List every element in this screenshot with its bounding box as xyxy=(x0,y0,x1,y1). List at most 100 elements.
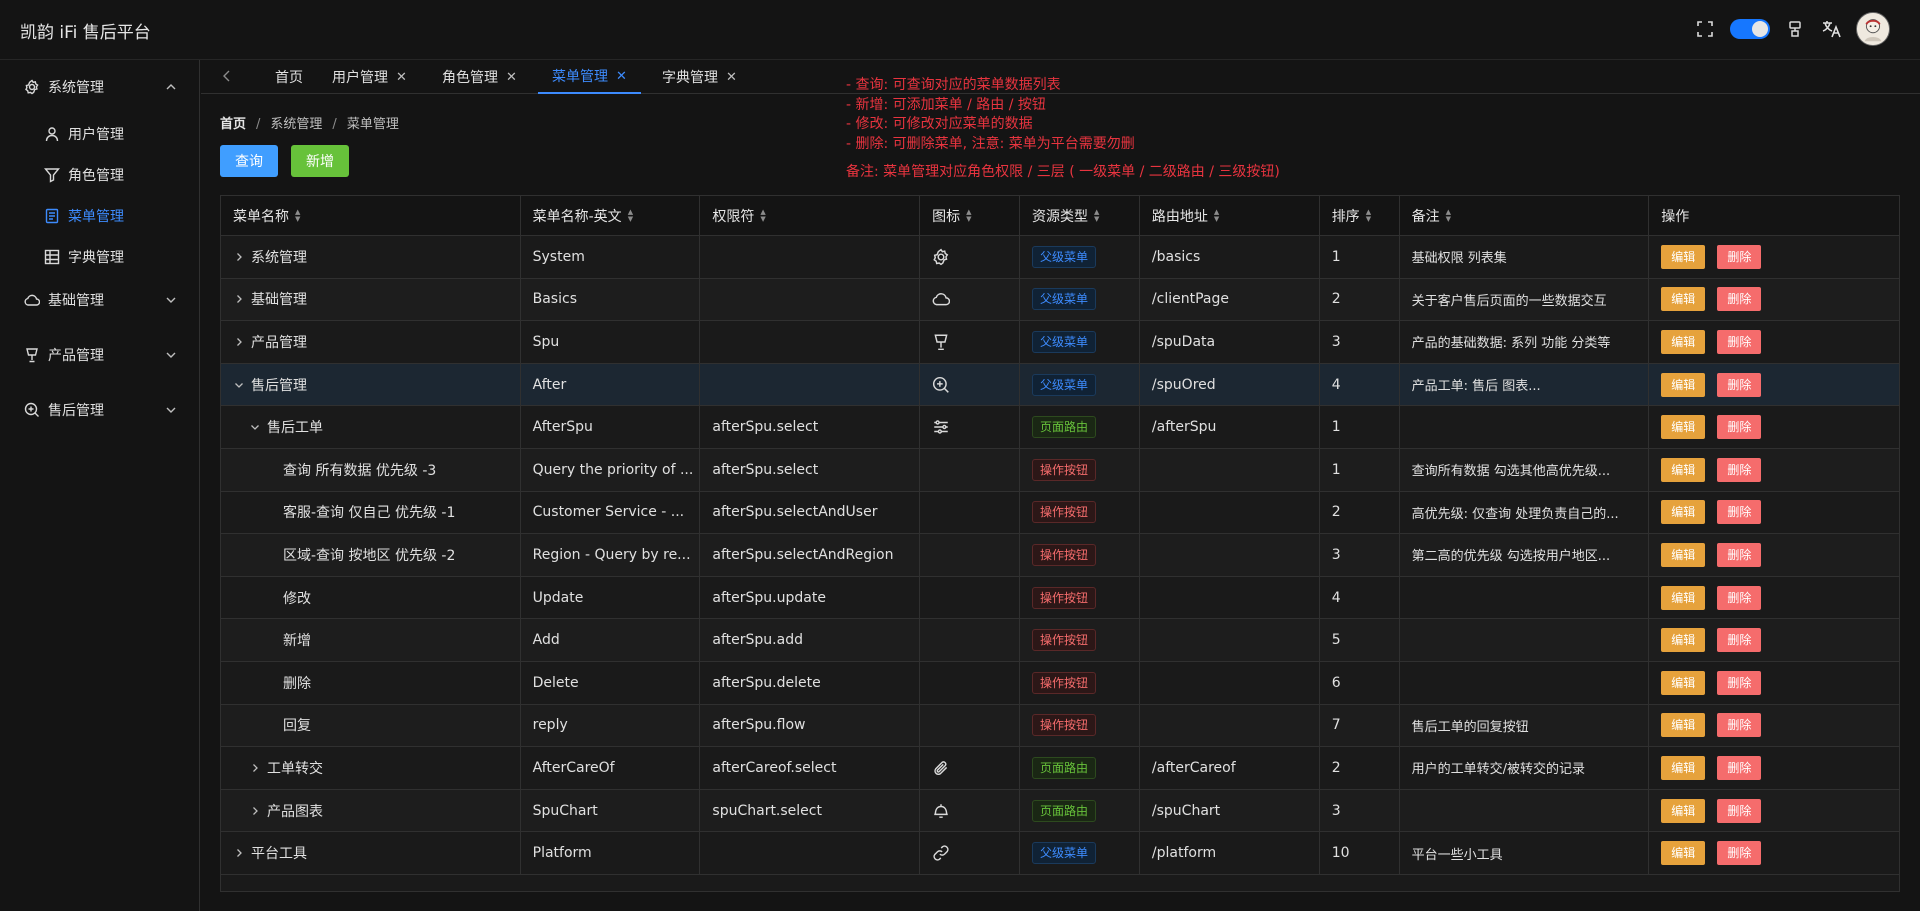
chevron-right-icon[interactable] xyxy=(249,761,263,775)
permission-cell-text: afterSpu.select xyxy=(712,419,819,436)
delete-button[interactable]: 删除 xyxy=(1717,287,1762,312)
close-icon[interactable]: ✕ xyxy=(726,70,737,85)
tab-home[interactable]: 首页 xyxy=(261,60,317,94)
remark-cell-text: 产品工单: 售后 图表... xyxy=(1411,379,1541,395)
gear-icon xyxy=(932,248,950,266)
column-header[interactable]: 菜单名称-英文 ▲ ▼ xyxy=(521,196,701,235)
chevron-right-icon[interactable] xyxy=(233,250,247,264)
icon-cell xyxy=(920,576,1021,619)
delete-button[interactable]: 删除 xyxy=(1717,415,1762,440)
palette-icon[interactable] xyxy=(1784,18,1806,40)
column-header[interactable]: 权限符 ▲ ▼ xyxy=(700,196,921,235)
sort-icon[interactable]: ▲ ▼ xyxy=(1094,208,1099,223)
chevron-right-icon[interactable] xyxy=(233,292,247,306)
close-icon[interactable]: ✕ xyxy=(506,70,517,85)
sort-icon[interactable]: ▲ ▼ xyxy=(295,208,300,223)
delete-button[interactable]: 删除 xyxy=(1717,628,1762,653)
delete-button[interactable]: 删除 xyxy=(1717,713,1762,738)
edit-button[interactable]: 编辑 xyxy=(1661,841,1706,866)
chevron-down-icon[interactable] xyxy=(233,378,247,392)
breadcrumb-item[interactable]: 首页 xyxy=(220,117,246,132)
order-cell: 4 xyxy=(1320,363,1400,406)
edit-button[interactable]: 编辑 xyxy=(1661,415,1706,440)
close-icon[interactable]: ✕ xyxy=(396,70,407,85)
chevron-right-icon[interactable] xyxy=(233,846,247,860)
column-header-label: 菜单名称 xyxy=(233,208,289,225)
sort-icon[interactable]: ▲ ▼ xyxy=(1214,208,1219,223)
route-cell: /clientPage xyxy=(1140,278,1320,321)
delete-button[interactable]: 删除 xyxy=(1717,329,1762,354)
delete-button[interactable]: 删除 xyxy=(1717,670,1762,695)
menu-name: 基础管理 xyxy=(251,292,307,309)
edit-button[interactable]: 编辑 xyxy=(1661,500,1706,525)
menu-name-en-cell: reply xyxy=(521,704,701,747)
order-cell: 6 xyxy=(1320,661,1400,704)
column-header[interactable]: 排序 ▲ ▼ xyxy=(1320,196,1400,235)
column-header[interactable]: 路由地址 ▲ ▼ xyxy=(1140,196,1320,235)
remark-cell-text: 产品的基础数据: 系列 功能 分类等 xyxy=(1411,336,1611,352)
chevron-left-icon[interactable] xyxy=(219,68,235,84)
table-row: 客服-查询 仅自己 优先级 -1 Customer Service - ... af… xyxy=(221,491,1899,535)
sidebar-item-users[interactable]: 用户管理 xyxy=(0,114,200,154)
edit-button[interactable]: 编辑 xyxy=(1661,670,1706,695)
delete-button[interactable]: 删除 xyxy=(1717,457,1762,482)
tab-dictionary[interactable]: 字典管理 ✕ xyxy=(648,60,751,94)
sort-icon[interactable]: ▲ ▼ xyxy=(1366,208,1371,223)
annotation-line: - 查询: 可查询对应的菜单数据列表 xyxy=(846,77,1061,93)
edit-button[interactable]: 编辑 xyxy=(1661,287,1706,312)
sort-icon[interactable]: ▲ ▼ xyxy=(1446,208,1451,223)
sidebar-group-basics[interactable]: 基础管理 xyxy=(0,280,200,320)
delete-button[interactable]: 删除 xyxy=(1717,244,1762,269)
sidebar-group-products[interactable]: 产品管理 xyxy=(0,335,200,375)
tab-roles[interactable]: 角色管理 ✕ xyxy=(428,60,531,94)
operations-cell: 编辑 删除 xyxy=(1649,236,1899,278)
chevron-down-icon xyxy=(166,297,176,303)
edit-button[interactable]: 编辑 xyxy=(1661,542,1706,567)
delete-button[interactable]: 删除 xyxy=(1717,841,1762,866)
chevron-down-icon[interactable] xyxy=(249,420,263,434)
edit-button[interactable]: 编辑 xyxy=(1661,798,1706,823)
sliders-icon xyxy=(932,418,950,436)
sidebar-group-system[interactable]: 系统管理 xyxy=(0,67,200,107)
column-header[interactable]: 菜单名称 ▲ ▼ xyxy=(221,196,521,235)
delete-button[interactable]: 删除 xyxy=(1717,585,1762,610)
tab-users[interactable]: 用户管理 ✕ xyxy=(318,60,421,94)
menu-name: 售后工单 xyxy=(267,420,323,437)
translate-icon[interactable] xyxy=(1820,18,1842,40)
delete-button[interactable]: 删除 xyxy=(1717,542,1762,567)
query-button[interactable]: 查询 xyxy=(220,145,278,177)
edit-button[interactable]: 编辑 xyxy=(1661,585,1706,610)
delete-button[interactable]: 删除 xyxy=(1717,372,1762,397)
fullscreen-icon[interactable] xyxy=(1694,18,1716,40)
close-icon[interactable]: ✕ xyxy=(616,69,627,84)
theme-toggle[interactable] xyxy=(1730,19,1770,39)
delete-button[interactable]: 删除 xyxy=(1717,500,1762,525)
menu-name-cell: 工单转交 xyxy=(221,747,521,789)
sort-icon[interactable]: ▲ ▼ xyxy=(760,208,765,223)
column-header[interactable]: 资源类型 ▲ ▼ xyxy=(1020,196,1140,235)
column-header[interactable]: 备注 ▲ ▼ xyxy=(1400,196,1650,235)
chevron-right-icon[interactable] xyxy=(233,335,247,349)
sort-icon[interactable]: ▲ ▼ xyxy=(628,208,633,223)
user-avatar[interactable] xyxy=(1856,12,1890,46)
column-header[interactable]: 图标 ▲ ▼ xyxy=(920,196,1021,235)
tab-menus[interactable]: 菜单管理 ✕ xyxy=(538,60,641,94)
add-button[interactable]: 新增 xyxy=(291,145,349,177)
sidebar-item-menus[interactable]: 菜单管理 xyxy=(0,196,200,236)
edit-button[interactable]: 编辑 xyxy=(1661,628,1706,653)
chevron-right-icon[interactable] xyxy=(249,804,263,818)
sidebar-group-label: 售后管理 xyxy=(48,403,104,419)
edit-button[interactable]: 编辑 xyxy=(1661,713,1706,738)
edit-button[interactable]: 编辑 xyxy=(1661,372,1706,397)
edit-button[interactable]: 编辑 xyxy=(1661,457,1706,482)
edit-button[interactable]: 编辑 xyxy=(1661,244,1706,269)
edit-button[interactable]: 编辑 xyxy=(1661,329,1706,354)
sidebar-item-dictionary[interactable]: 字典管理 xyxy=(0,237,200,277)
chevron-up-icon xyxy=(166,84,176,90)
sidebar-group-aftersales[interactable]: 售后管理 xyxy=(0,390,200,430)
delete-button[interactable]: 删除 xyxy=(1717,755,1762,780)
delete-button[interactable]: 删除 xyxy=(1717,798,1762,823)
edit-button[interactable]: 编辑 xyxy=(1661,755,1706,780)
sort-icon[interactable]: ▲ ▼ xyxy=(966,208,971,223)
sidebar-item-roles[interactable]: 角色管理 xyxy=(0,155,200,195)
